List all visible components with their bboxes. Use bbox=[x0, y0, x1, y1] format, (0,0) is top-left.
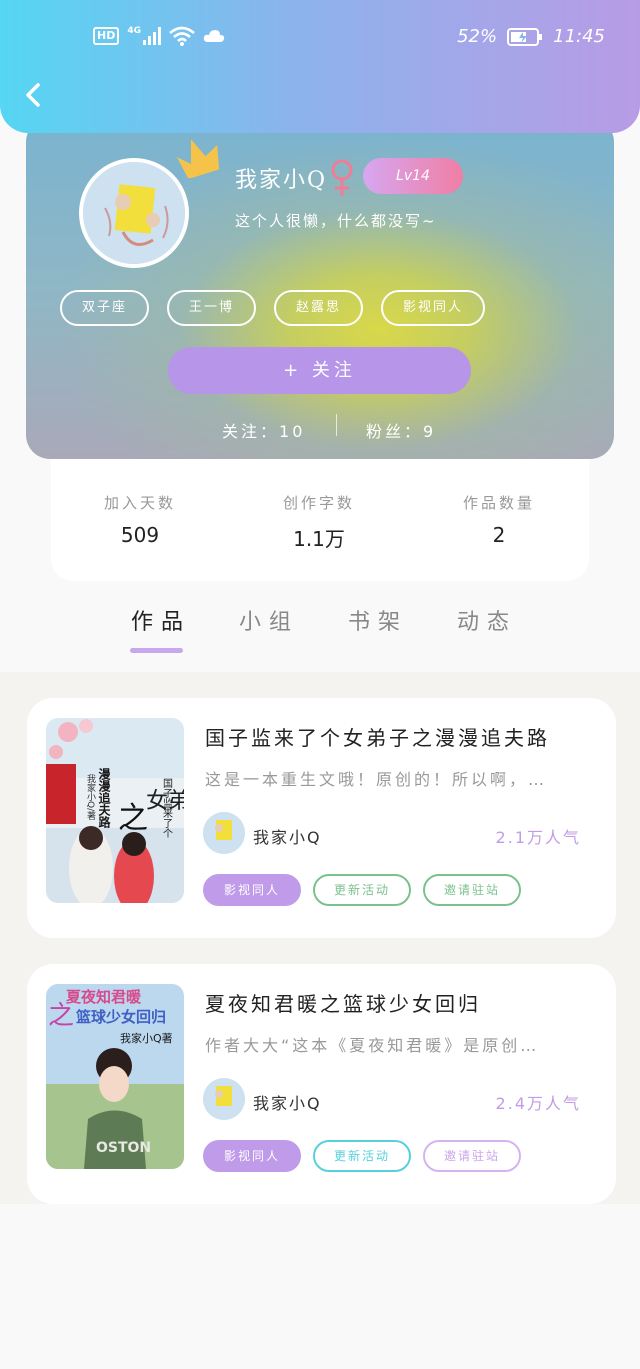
clock: 11:45 bbox=[553, 26, 605, 47]
cloud-icon bbox=[203, 29, 225, 43]
stat-value: 2 bbox=[492, 523, 506, 547]
author-avatar[interactable] bbox=[203, 1078, 245, 1120]
fans-value: 9 bbox=[423, 422, 437, 441]
stat-label: 创作字数 bbox=[282, 494, 355, 512]
chip-update-event[interactable]: 更新活动 bbox=[313, 874, 411, 906]
tag-genre[interactable]: 影视同人 bbox=[381, 290, 486, 326]
work-title[interactable]: 夏夜知君暖之篮球少女回归 bbox=[205, 988, 481, 1017]
chip-invite-resident[interactable]: 邀请驻站 bbox=[423, 1140, 521, 1172]
fans-label: 粉丝： bbox=[366, 422, 424, 441]
following-label: 关注： bbox=[222, 422, 280, 441]
stats-card: 加入天数 509 创作字数 1.1万 作品数量 2 bbox=[51, 440, 589, 581]
tab-bookshelf[interactable]: 书架 bbox=[348, 604, 408, 636]
tab-active-indicator bbox=[130, 648, 183, 653]
stat-label: 加入天数 bbox=[103, 494, 176, 512]
popularity: 2.4万人气 bbox=[495, 1094, 581, 1113]
author-avatar-image bbox=[203, 812, 245, 854]
cover-title-top: 夏夜知君暖 bbox=[65, 988, 142, 1006]
battery-icon bbox=[507, 27, 543, 46]
header-bar: HD 4G 52% 11:45 bbox=[0, 0, 640, 133]
author-avatar[interactable] bbox=[203, 812, 245, 854]
cover-subtitle: 漫漫追夫路 bbox=[97, 767, 111, 829]
cover-subtitle: 篮球少女回归 bbox=[75, 1008, 166, 1026]
book-cover-image: 女弟子 国子监来了个 之 漫漫追夫路 我家小Q/著 bbox=[46, 718, 184, 903]
following-count[interactable]: 关注：10 bbox=[222, 418, 305, 442]
author-avatar-image bbox=[203, 1078, 245, 1120]
level-badge: Lv14 bbox=[363, 158, 463, 194]
cover-title-mid: 之 bbox=[48, 1001, 74, 1031]
book-cover[interactable]: 女弟子 国子监来了个 之 漫漫追夫路 我家小Q/著 bbox=[46, 718, 184, 903]
tab-works[interactable]: 作品 bbox=[131, 604, 191, 636]
work-description: 这是一本重生文哦！原创的！所以啊，… bbox=[205, 770, 548, 789]
work-description: 作者大大“这本《夏夜知君暖》是原创… bbox=[205, 1036, 540, 1055]
chip-update-event[interactable]: 更新活动 bbox=[313, 1140, 411, 1172]
back-button[interactable] bbox=[22, 80, 46, 110]
author-row: 我家小Q 2.1万人气 bbox=[203, 812, 581, 856]
chip-row: 影视同人 更新活动 邀请驻站 bbox=[203, 1140, 521, 1172]
tab-bar: 作品 小组 书架 动态 bbox=[0, 600, 640, 670]
following-value: 10 bbox=[279, 422, 306, 441]
tab-groups[interactable]: 小组 bbox=[239, 604, 299, 636]
chip-invite-resident[interactable]: 邀请驻站 bbox=[423, 874, 521, 906]
tag-idol-1[interactable]: 王一博 bbox=[167, 290, 257, 326]
work-card[interactable]: OSTON 夏夜知君暖 之 篮球少女回归 我家小Q著 夏夜知君暖之篮球少女回归 … bbox=[27, 964, 616, 1204]
fans-count[interactable]: 粉丝：9 bbox=[366, 418, 436, 442]
bio: 这个人很懒，什么都没写~ bbox=[235, 212, 437, 230]
follow-button[interactable]: + 关注 bbox=[168, 347, 471, 394]
username: 我家小Q bbox=[235, 168, 328, 193]
book-cover-image: OSTON 夏夜知君暖 之 篮球少女回归 我家小Q著 bbox=[46, 984, 184, 1169]
status-bar: HD 4G 52% 11:45 bbox=[0, 22, 640, 54]
stat-value: 509 bbox=[120, 523, 160, 547]
work-title[interactable]: 国子监来了个女弟子之漫漫追夫路 bbox=[205, 722, 550, 751]
female-icon bbox=[331, 159, 353, 196]
tab-activity[interactable]: 动态 bbox=[457, 604, 517, 636]
cover-author: 我家小Q著 bbox=[120, 1031, 173, 1045]
crown-icon bbox=[176, 139, 220, 178]
cover-title-top: 国子监来了个 bbox=[161, 778, 173, 838]
battery-percent: 52% bbox=[457, 26, 498, 47]
avatar-image bbox=[83, 162, 185, 264]
stat-join-days: 加入天数 509 bbox=[70, 492, 210, 547]
wifi-icon bbox=[169, 26, 195, 46]
stat-works-count: 作品数量 2 bbox=[429, 492, 569, 547]
stat-word-count: 创作字数 1.1万 bbox=[249, 492, 389, 552]
work-card[interactable]: 女弟子 国子监来了个 之 漫漫追夫路 我家小Q/著 国子监来了个女弟子之漫漫追夫… bbox=[27, 698, 616, 938]
divider bbox=[336, 414, 337, 436]
tag-list: 双子座 王一博 赵露思 影视同人 bbox=[60, 290, 486, 326]
chip-genre[interactable]: 影视同人 bbox=[203, 1140, 301, 1172]
tag-idol-2[interactable]: 赵露思 bbox=[274, 290, 364, 326]
author-row: 我家小Q 2.4万人气 bbox=[203, 1078, 581, 1122]
author-name[interactable]: 我家小Q bbox=[253, 1090, 322, 1114]
cover-shirt-text: OSTON bbox=[96, 1140, 151, 1156]
author-name[interactable]: 我家小Q bbox=[253, 824, 322, 848]
follow-stats: 关注：10 粉丝：9 bbox=[26, 414, 614, 444]
signal-icon: 4G bbox=[127, 27, 161, 45]
cover-author: 我家小Q/著 bbox=[85, 774, 96, 820]
profile-card: 我家小Q Lv14 这个人很懒，什么都没写~ 双子座 王一博 赵露思 影视同人 … bbox=[26, 118, 614, 459]
chip-genre[interactable]: 影视同人 bbox=[203, 874, 301, 906]
hd-icon: HD bbox=[93, 27, 120, 45]
popularity: 2.1万人气 bbox=[495, 828, 581, 847]
cover-title-mid: 之 bbox=[118, 801, 148, 836]
tag-zodiac[interactable]: 双子座 bbox=[60, 290, 150, 326]
chip-row: 影视同人 更新活动 邀请驻站 bbox=[203, 874, 521, 906]
network-type: 4G bbox=[127, 26, 141, 36]
book-cover[interactable]: OSTON 夏夜知君暖 之 篮球少女回归 我家小Q著 bbox=[46, 984, 184, 1169]
stat-value: 1.1万 bbox=[293, 527, 345, 551]
chevron-left-icon bbox=[26, 83, 40, 107]
stat-label: 作品数量 bbox=[462, 494, 535, 512]
